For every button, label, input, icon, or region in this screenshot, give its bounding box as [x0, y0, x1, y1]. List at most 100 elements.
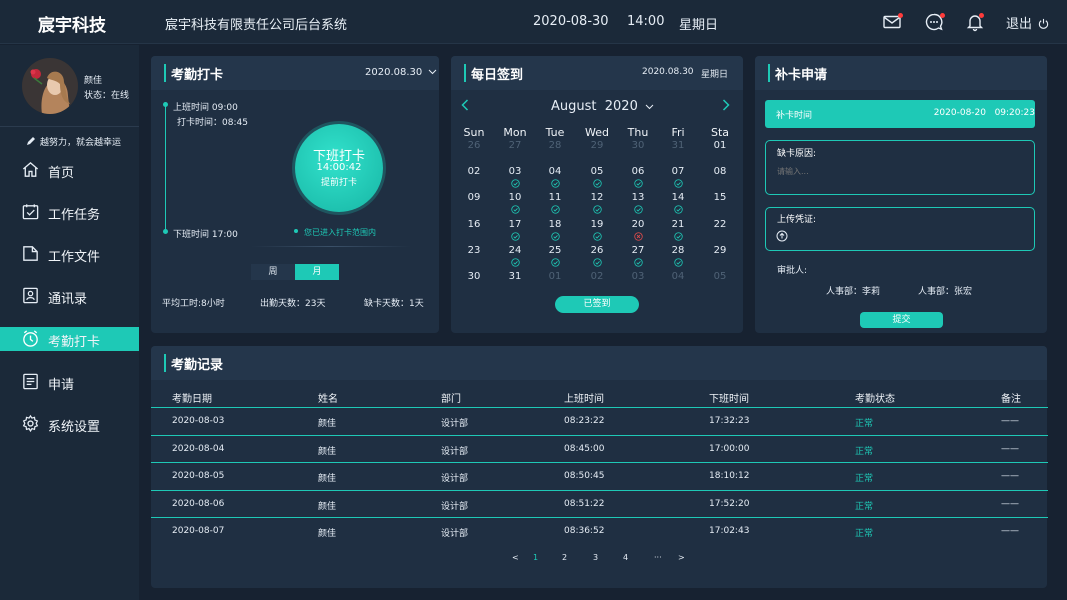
- check-circle-icon: [593, 258, 602, 267]
- calendar-day[interactable]: 04: [658, 271, 698, 282]
- calendar-day[interactable]: 30: [618, 140, 658, 151]
- chevron-left-icon: [461, 99, 469, 111]
- calendar-day[interactable]: 30: [454, 271, 494, 282]
- page-button[interactable]: 3: [593, 553, 598, 562]
- table-row[interactable]: 2020-08-03 颜佳 设计部 08:23:22 17:32:23 正常 ——: [151, 407, 1048, 434]
- calendar-day[interactable]: 16: [454, 219, 494, 230]
- calendar-day[interactable]: 14: [658, 192, 698, 203]
- month-select[interactable]: August 2020: [551, 99, 654, 114]
- calendar-day[interactable]: 19: [577, 219, 617, 230]
- calendar-day[interactable]: 25: [535, 245, 575, 256]
- table-row[interactable]: 2020-08-04 颜佳 设计部 08:45:00 17:00:00 正常 ——: [151, 434, 1048, 462]
- nav-home[interactable]: 首页: [0, 158, 139, 182]
- calendar-day[interactable]: 05: [577, 166, 617, 177]
- mail-icon[interactable]: [882, 12, 903, 32]
- calendar-day[interactable]: 23: [454, 245, 494, 256]
- nav-apply[interactable]: 申请: [0, 370, 139, 394]
- table-row[interactable]: 2020-08-05 颜佳 设计部 08:50:45 18:10:12 正常 ——: [151, 462, 1048, 489]
- toggle-month[interactable]: 月: [295, 264, 339, 280]
- calendar-day[interactable]: 04: [535, 166, 575, 177]
- calendar-day[interactable]: 29: [577, 140, 617, 151]
- calendar-day[interactable]: 29: [700, 245, 740, 256]
- check-circle-icon: [634, 179, 643, 188]
- attendance-date-select[interactable]: 2020.08.30: [365, 67, 437, 78]
- nav-settings[interactable]: 系统设置: [0, 412, 139, 436]
- attend-days-stat: 出勤天数：23天: [260, 299, 326, 309]
- message-icon[interactable]: [924, 12, 945, 32]
- calendar-day[interactable]: 22: [700, 219, 740, 230]
- calendar-day[interactable]: 31: [495, 271, 535, 282]
- submit-button[interactable]: 提交: [860, 312, 943, 328]
- check-circle-icon: [551, 179, 560, 188]
- nav-contacts[interactable]: 通讯录: [0, 284, 139, 308]
- reason-input[interactable]: [777, 161, 1017, 181]
- pen-icon: [27, 137, 35, 145]
- calendar-day[interactable]: 08: [700, 166, 740, 177]
- calendar-day[interactable]: 01: [700, 140, 740, 151]
- check-circle-icon: [674, 205, 683, 214]
- calendar-day[interactable]: 03: [618, 271, 658, 282]
- calendar-day[interactable]: 13: [618, 192, 658, 203]
- reason-box: 缺卡原因:: [765, 140, 1035, 195]
- page-button[interactable]: ···: [654, 553, 662, 562]
- task-icon: [22, 204, 39, 220]
- punch-in-time: 打卡时间：08:45: [177, 118, 248, 128]
- calendar-day[interactable]: 07: [658, 166, 698, 177]
- avatar[interactable]: [22, 58, 78, 114]
- calendar-day[interactable]: 26: [454, 140, 494, 151]
- page-button[interactable]: 4: [623, 553, 628, 562]
- calendar-day[interactable]: 20: [618, 219, 658, 230]
- next-month-button[interactable]: [722, 99, 730, 115]
- supplement-title: 补卡申请: [775, 68, 828, 83]
- bell-icon[interactable]: [965, 12, 985, 32]
- calendar-day[interactable]: 27: [618, 245, 658, 256]
- nav-files[interactable]: 工作文件: [0, 242, 139, 266]
- table-cell: 17:00:00: [709, 443, 750, 454]
- check-circle-icon: [593, 232, 602, 241]
- check-circle-icon: [551, 205, 560, 214]
- nav-tasks[interactable]: 工作任务: [0, 200, 139, 224]
- table-row[interactable]: 2020-08-07 颜佳 设计部 08:36:52 17:02:43 正常 ——: [151, 517, 1048, 544]
- table-row[interactable]: 2020-08-06 颜佳 设计部 08:51:22 17:52:20 正常 ——: [151, 489, 1048, 517]
- upload-icon[interactable]: [776, 230, 788, 242]
- calendar-day[interactable]: 31: [658, 140, 698, 151]
- column-header: 部门: [441, 394, 461, 405]
- calendar-day[interactable]: 03: [495, 166, 535, 177]
- calendar-day[interactable]: 02: [454, 166, 494, 177]
- punch-out-button[interactable]: 下班打卡 14:00:42 提前打卡: [295, 124, 383, 212]
- calendar-day[interactable]: 06: [618, 166, 658, 177]
- next-page-button[interactable]: >: [678, 553, 685, 562]
- prev-page-button[interactable]: <: [512, 553, 519, 562]
- calendar-day[interactable]: 17: [495, 219, 535, 230]
- calendar-day[interactable]: 11: [535, 192, 575, 203]
- page-button[interactable]: 1: [533, 553, 538, 562]
- calendar-day[interactable]: 12: [577, 192, 617, 203]
- logout-button[interactable]: 退出: [1006, 13, 1049, 32]
- page-button[interactable]: 2: [562, 553, 567, 562]
- calendar-day[interactable]: 05: [700, 271, 740, 282]
- calendar-day[interactable]: 18: [535, 219, 575, 230]
- reason-label: 缺卡原因:: [777, 149, 817, 159]
- calendar-day[interactable]: 28: [535, 140, 575, 151]
- calendar-day[interactable]: 10: [495, 192, 535, 203]
- calendar-day[interactable]: 24: [495, 245, 535, 256]
- calendar-day[interactable]: 26: [577, 245, 617, 256]
- calendar-day[interactable]: 28: [658, 245, 698, 256]
- weekday-header: Mon: [503, 126, 527, 139]
- supplement-time-field[interactable]: 补卡时间 2020-08-20 09:20:23: [765, 100, 1035, 128]
- calendar-day[interactable]: 27: [495, 140, 535, 151]
- clock-icon: [23, 330, 38, 347]
- weekday-header: Thu: [627, 126, 649, 139]
- calendar-day[interactable]: 09: [454, 192, 494, 203]
- calendar-day[interactable]: 15: [700, 192, 740, 203]
- nav-attendance[interactable]: 考勤打卡: [0, 327, 139, 351]
- calendar-day[interactable]: 21: [658, 219, 698, 230]
- timeline-end-dot: [163, 229, 168, 234]
- records-title: 考勤记录: [171, 358, 224, 373]
- check-circle-icon: [551, 232, 560, 241]
- signed-in-button[interactable]: 已签到: [555, 296, 639, 313]
- calendar-day[interactable]: 01: [535, 271, 575, 282]
- prev-month-button[interactable]: [461, 99, 469, 115]
- calendar-day[interactable]: 02: [577, 271, 617, 282]
- toggle-week[interactable]: 周: [251, 264, 295, 280]
